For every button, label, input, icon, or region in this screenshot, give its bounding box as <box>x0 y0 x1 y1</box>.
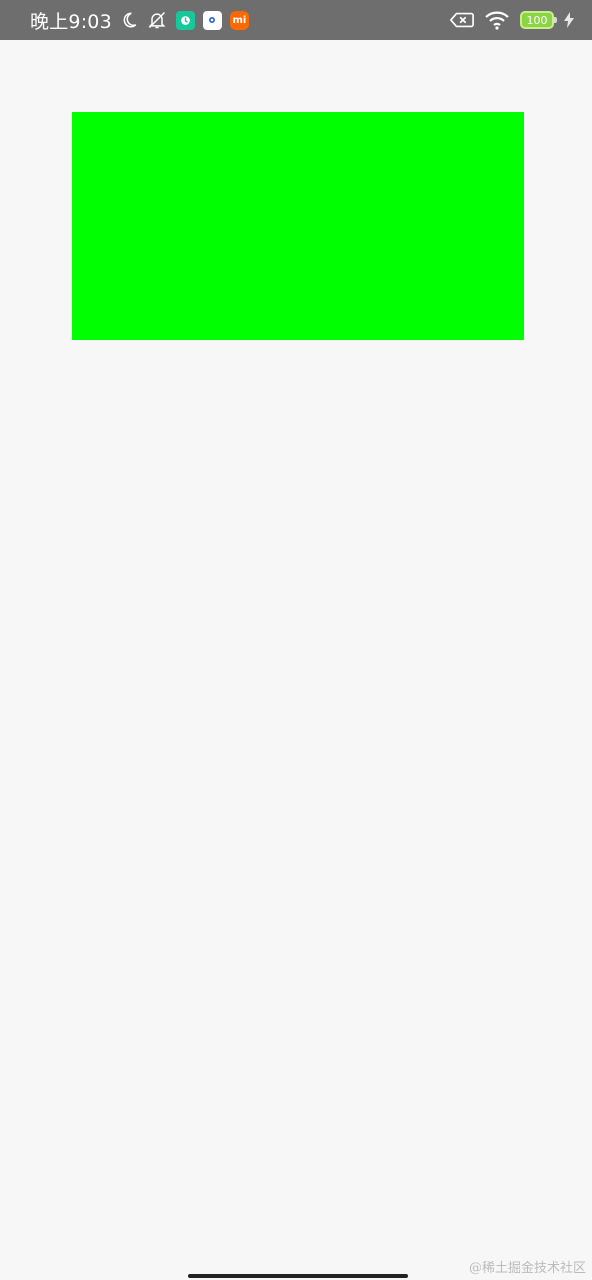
wifi-icon <box>484 10 510 30</box>
status-bar: 晚上9:03 mi 100 <box>0 0 592 40</box>
watermark-text: @稀土掘金技术社区 <box>468 1261 586 1276</box>
home-indicator-bar[interactable] <box>188 1274 408 1278</box>
status-left: 晚上9:03 mi <box>30 7 249 34</box>
green-app-icon <box>175 10 195 30</box>
mi-app-icon: mi <box>229 10 249 30</box>
moon-icon <box>120 11 138 29</box>
no-sim-icon <box>450 11 474 29</box>
battery-indicator: 100 <box>520 11 557 29</box>
status-right: 100 <box>450 10 574 30</box>
white-app-icon <box>202 10 222 30</box>
charging-bolt-icon <box>564 12 574 28</box>
status-time: 晚上9:03 <box>30 10 112 33</box>
green-rectangle <box>72 112 524 340</box>
bell-off-icon <box>146 10 168 30</box>
